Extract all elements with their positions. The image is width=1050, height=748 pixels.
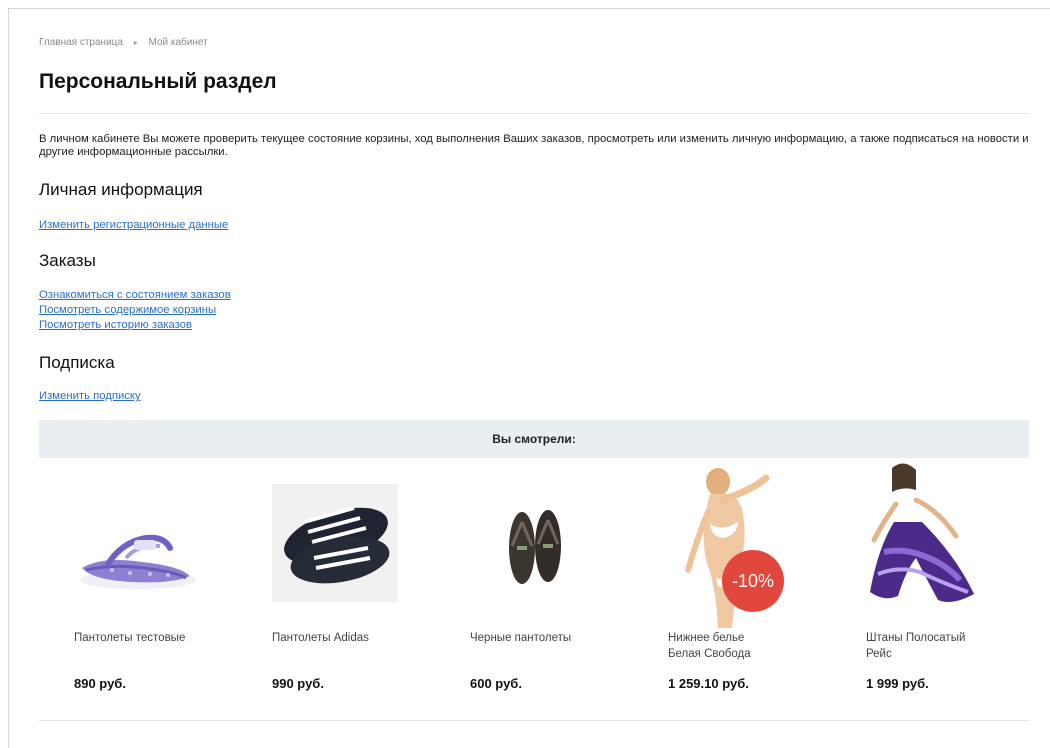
product-image-slides-adidas[interactable] <box>270 460 420 628</box>
product-image-flipflops-black[interactable] <box>468 460 618 628</box>
page-title: Персональный раздел <box>39 70 277 93</box>
product-image-pants-purple[interactable] <box>864 460 1014 628</box>
link-order-status[interactable]: Ознакомиться с состоянием заказов <box>39 288 231 303</box>
product-name[interactable]: Пантолеты тестовые <box>74 630 224 646</box>
link-view-cart[interactable]: Посмотреть содержимое корзины <box>39 303 216 318</box>
product-price: 1 999 руб. <box>866 676 929 691</box>
link-edit-registration[interactable]: Изменить регистрационные данные <box>39 218 228 233</box>
breadcrumb-separator-icon: ▸ <box>133 38 138 47</box>
divider <box>39 113 1029 114</box>
link-edit-subscription[interactable]: Изменить подписку <box>39 389 141 404</box>
product-name[interactable]: Пантолеты Adidas <box>272 630 422 646</box>
section-title-orders: Заказы <box>39 251 96 270</box>
product-name[interactable]: Нижнее белье Белая Свобода <box>668 630 778 662</box>
product-price: 600 руб. <box>470 676 522 691</box>
section-title-subscription: Подписка <box>39 353 115 372</box>
section-title-personal: Личная информация <box>39 180 203 199</box>
sale-badge-text: -10% <box>731 571 775 591</box>
breadcrumb: Главная страница ▸ Мой кабинет <box>39 37 208 48</box>
product-price: 890 руб. <box>74 676 126 691</box>
product-price: 990 руб. <box>272 676 324 691</box>
product-name[interactable]: Штаны Полосатый Рейс <box>866 630 986 662</box>
breadcrumb-current: Мой кабинет <box>148 37 208 48</box>
sale-badge: -10% <box>722 550 784 612</box>
divider <box>39 720 1029 721</box>
intro-text: В личном кабинете Вы можете проверить те… <box>39 133 1029 158</box>
product-name[interactable]: Черные пантолеты <box>470 630 620 646</box>
viewed-header: Вы смотрели: <box>39 420 1029 458</box>
product-image-sandal-purple[interactable] <box>72 460 222 628</box>
breadcrumb-home-link[interactable]: Главная страница <box>39 37 123 48</box>
product-price: 1 259.10 руб. <box>668 676 749 691</box>
link-order-history[interactable]: Посмотреть историю заказов <box>39 318 192 333</box>
